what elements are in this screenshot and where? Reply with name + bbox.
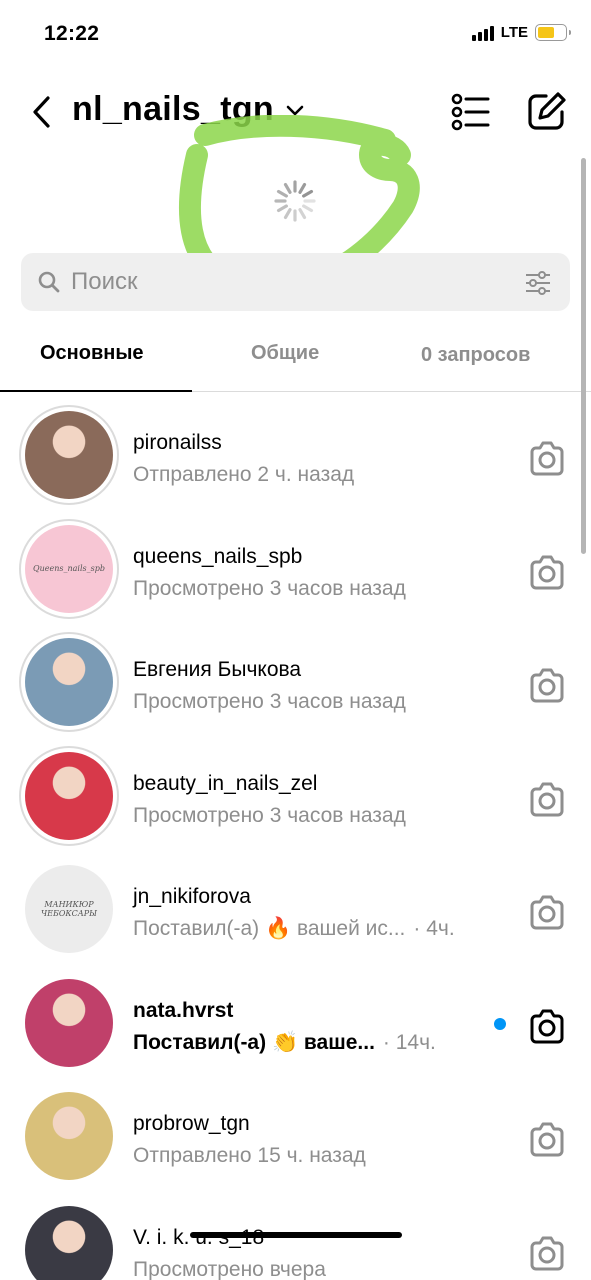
avatar-image [25, 978, 113, 1067]
avatar-logo-text: МАНИКЮР ЧЕБОКСАРЫ [40, 900, 98, 918]
chat-row[interactable]: Евгения Бычкова Просмотрено 3 часов назад [0, 624, 591, 737]
search-icon [38, 271, 60, 293]
camera-icon[interactable] [528, 895, 566, 931]
account-switcher[interactable]: nl_nails_tgn [72, 90, 306, 129]
chat-preview-text: Просмотрено вчера [133, 1257, 326, 1280]
chat-preview-text: Поставил(-а) 👏 ваше... [133, 1030, 375, 1054]
chat-preview-text: Просмотрено 3 часов назад [133, 803, 406, 827]
chat-preview: Отправлено 2 ч. назад [133, 463, 354, 487]
avatar-image: МАНИКЮР ЧЕБОКСАРЫ [25, 865, 113, 953]
tab-requests[interactable]: 0 запросов [421, 344, 530, 367]
chat-preview-text: Отправлено 2 ч. назад [133, 463, 355, 486]
camera-icon[interactable] [528, 1009, 566, 1045]
tab-general[interactable]: Общие [251, 342, 319, 365]
chat-preview: Просмотрено 3 часов назад [133, 804, 406, 828]
camera-icon[interactable] [528, 441, 566, 477]
avatar[interactable] [19, 1086, 119, 1186]
camera-icon[interactable] [528, 1122, 566, 1158]
search-input[interactable] [71, 268, 491, 296]
signal-icon [471, 25, 494, 41]
active-tab-indicator [0, 390, 192, 392]
battery-level [538, 27, 554, 38]
header: nl_nails_tgn [0, 78, 591, 146]
chat-timestamp: · 4ч. [413, 917, 455, 940]
avatar-image [25, 1205, 113, 1280]
chat-username: Евгения Бычкова [133, 658, 302, 681]
unread-dot [494, 1017, 506, 1030]
avatar[interactable] [19, 973, 119, 1073]
filter-icon[interactable] [524, 269, 552, 297]
status-bar: 12:22 LTE [0, 0, 591, 70]
inbox-tabs: Основные Общие 0 запросов [0, 322, 591, 392]
chat-username: queens_nails_spb [133, 544, 303, 568]
camera-icon[interactable] [528, 1236, 566, 1272]
status-indicators: LTE [471, 24, 571, 41]
camera-icon[interactable] [528, 668, 566, 704]
account-name: nl_nails_tgn [72, 90, 274, 128]
chat-row[interactable]: pironailss Отправлено 2 ч. назад [0, 397, 591, 510]
chat-username: beauty_in_nails_zel [133, 771, 318, 795]
chat-row[interactable]: probrow_tgn Отправлено 15 ч. назад [0, 1078, 591, 1191]
avatar[interactable]: Queens_nails_spb [19, 518, 119, 619]
battery-icon [535, 24, 571, 41]
list-icon[interactable] [450, 92, 492, 132]
chat-username: probrow_tgn [133, 1112, 250, 1135]
avatar-image [25, 751, 113, 840]
chat-row[interactable]: МАНИКЮР ЧЕБОКСАРЫ jn_nikiforova Поставил(-… [0, 851, 591, 964]
chat-preview-text: Отправлено 15 ч. назад [133, 1144, 366, 1167]
chevron-down-icon [286, 105, 304, 115]
chat-preview-text: Поставил(-а) 🔥 вашей ис... [133, 917, 406, 940]
chat-row[interactable]: beauty_in_nails_zel Просмотрено 3 часов н… [0, 738, 591, 851]
avatar-image [25, 1092, 113, 1180]
search-bar [21, 253, 570, 311]
chat-preview: Отправлено 15 ч. назад [133, 1144, 366, 1168]
chat-row[interactable]: nata.hvrst Поставил(-а) 👏 ваше... · 14ч. [0, 965, 591, 1078]
camera-icon[interactable] [528, 555, 566, 591]
camera-icon[interactable] [528, 782, 566, 818]
chat-preview: Поставил(-а) 🔥 вашей ис... · 4ч. [133, 917, 455, 941]
chat-row[interactable]: Queens_nails_spb queens_nails_spb Просмотр… [0, 511, 591, 624]
avatar[interactable] [19, 632, 119, 732]
chat-preview: Просмотрено 3 часов назад [133, 690, 406, 714]
chat-preview-text: Просмотрено 3 часов назад [133, 576, 406, 600]
home-indicator [190, 1232, 402, 1238]
tab-primary[interactable]: Основные [40, 342, 144, 365]
chat-preview: Поставил(-а) 👏 ваше... · 14ч. [133, 1031, 436, 1055]
chat-username: jn_nikiforova [133, 885, 251, 908]
chat-preview: Просмотрено 3 часов назад [133, 577, 406, 601]
chevron-left-icon[interactable] [28, 92, 58, 132]
compose-icon[interactable] [526, 90, 568, 132]
avatar[interactable] [19, 1200, 119, 1280]
chat-username: nata.hvrst [133, 998, 234, 1022]
loading-spinner-icon [274, 180, 316, 222]
chat-username: pironailss [133, 431, 222, 454]
chat-timestamp: · 14ч. [382, 1030, 436, 1054]
avatar[interactable] [19, 745, 119, 846]
avatar[interactable] [19, 405, 119, 505]
avatar-image [25, 411, 113, 499]
avatar-image: Queens_nails_spb [25, 524, 113, 613]
network-label: LTE [500, 24, 528, 41]
chat-preview: Просмотрено вчера [133, 1258, 326, 1280]
status-time: 12:22 [44, 22, 100, 45]
avatar-image [25, 638, 113, 726]
avatar-logo-text: Queens_nails_spb [33, 564, 105, 573]
chat-preview-text: Просмотрено 3 часов назад [133, 690, 406, 713]
avatar[interactable]: МАНИКЮР ЧЕБОКСАРЫ [19, 859, 119, 959]
